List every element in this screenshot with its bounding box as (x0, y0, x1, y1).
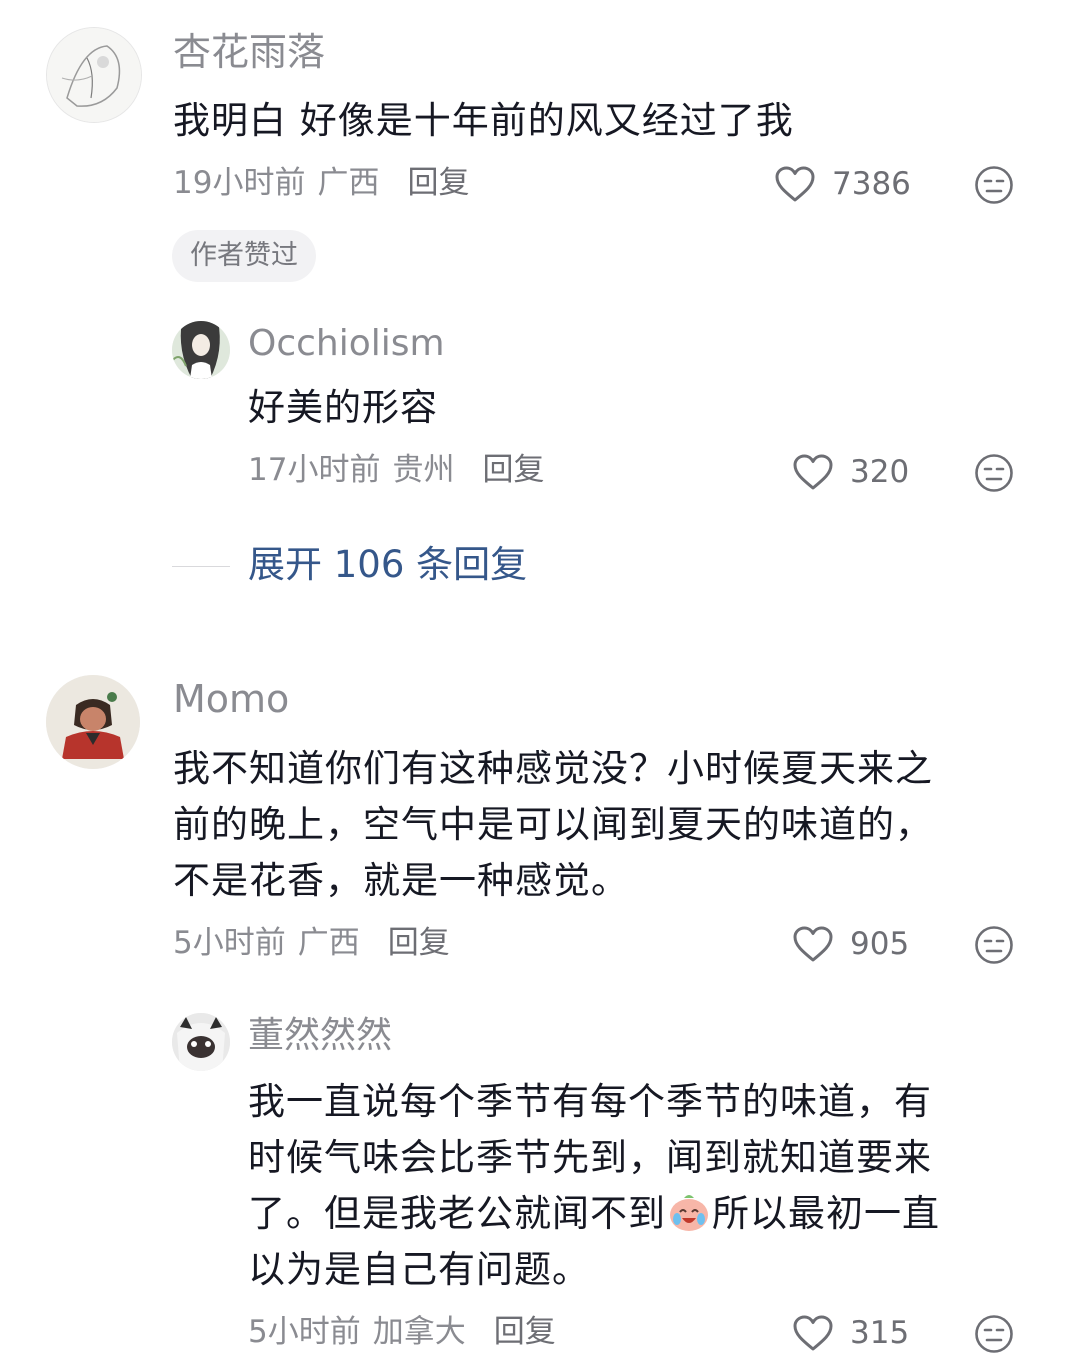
comment-time: 19小时前 (173, 165, 306, 201)
like-button[interactable]: 320 (792, 453, 909, 491)
reply-username[interactable]: 董然然然 (248, 1018, 392, 1054)
reply-username[interactable]: Occhiolism (248, 326, 445, 362)
comment-username[interactable]: Momo (173, 680, 289, 718)
expressionless-face-icon[interactable] (974, 1314, 1014, 1354)
reply-text: 好美的形容 (248, 386, 438, 429)
reply-time: 5小时前 (248, 1314, 361, 1350)
comment-meta: 5小时前 广西 回复 (173, 928, 450, 959)
comment-location: 广西 (297, 925, 360, 961)
like-button[interactable]: 7386 (774, 165, 911, 203)
expressionless-face-icon[interactable] (974, 165, 1014, 205)
heart-outline-icon (775, 166, 815, 202)
comment-text: 我不知道你们有这种感觉没？小时候夏天来之 前的晚上，空气中是可以闻到夏天的味道的… (173, 747, 933, 902)
comment-meta: 19小时前 广西 回复 (173, 168, 469, 199)
avatar[interactable] (172, 1013, 230, 1071)
reply-button[interactable]: 回复 (482, 455, 544, 486)
like-count: 320 (850, 453, 910, 490)
expressionless-face-icon[interactable] (974, 453, 1014, 493)
reply-button[interactable]: 回复 (388, 928, 450, 959)
like-count: 905 (850, 925, 910, 962)
like-button[interactable]: 905 (792, 925, 909, 963)
reply-location: 加拿大 (372, 1314, 466, 1350)
reply-text: 我一直说每个季节有每个季节的味道，有 时候气味会比季节先到，闻到就知道要来 了。… (248, 1074, 1038, 1298)
like-count: 7386 (832, 165, 911, 202)
comment-location: 广西 (317, 165, 380, 201)
reply-meta: 5小时前 加拿大 回复 (248, 1317, 556, 1348)
expand-divider (172, 566, 230, 567)
heart-outline-icon (793, 454, 833, 490)
avatar[interactable] (46, 675, 140, 769)
expressionless-face-icon[interactable] (974, 925, 1014, 965)
comment-time: 5小时前 (173, 925, 286, 961)
reply-button[interactable]: 回复 (494, 1317, 556, 1348)
reply-time: 17小时前 (248, 452, 381, 488)
crying-laughing-emoji (670, 1195, 708, 1231)
reply-location: 贵州 (392, 452, 455, 488)
avatar[interactable] (46, 27, 142, 123)
expand-replies-button[interactable]: 展开 106 条回复 (248, 546, 527, 583)
heart-outline-icon (793, 1315, 833, 1351)
avatar[interactable] (172, 321, 230, 379)
comment-username[interactable]: 杏花雨落 (173, 33, 325, 71)
comment-text: 我明白 好像是十年前的风又经过了我 (173, 99, 794, 142)
like-count: 315 (850, 1314, 910, 1351)
author-liked-badge: 作者赞过 (172, 230, 316, 282)
heart-outline-icon (793, 926, 833, 962)
like-button[interactable]: 315 (792, 1314, 909, 1352)
reply-button[interactable]: 回复 (407, 168, 469, 199)
reply-meta: 17小时前 贵州 回复 (248, 455, 544, 486)
